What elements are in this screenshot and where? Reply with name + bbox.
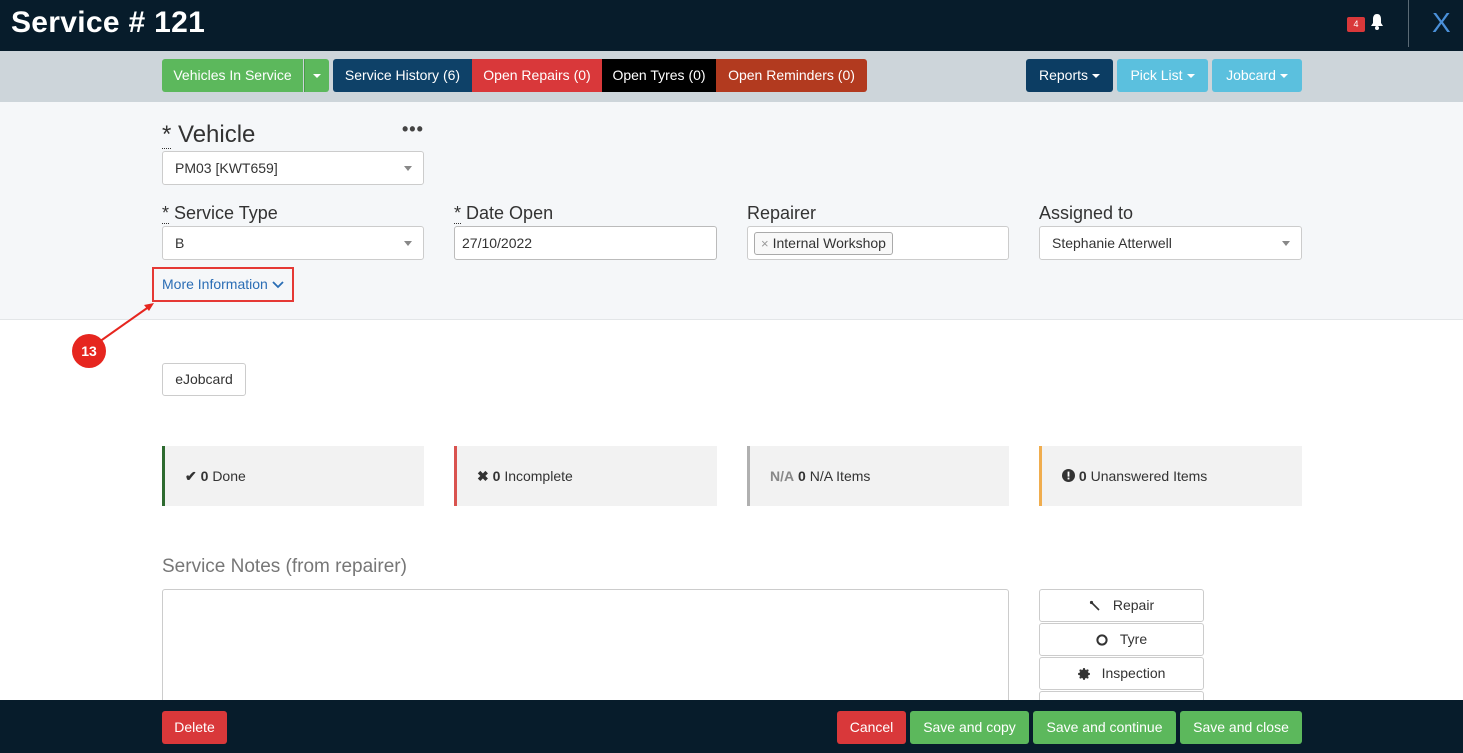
close-button[interactable]: X — [1432, 8, 1451, 38]
unanswered-tile: 0 Unanswered Items — [1039, 446, 1302, 506]
done-count: 0 — [200, 468, 209, 484]
vehicle-select[interactable]: PM03 [KWT659] — [162, 151, 424, 185]
pick-list-button[interactable]: Pick List — [1117, 59, 1208, 92]
gear-icon — [1077, 668, 1090, 681]
delete-button[interactable]: Delete — [162, 711, 227, 744]
chevron-down-icon — [404, 241, 412, 246]
date-open-value: 27/10/2022 — [462, 235, 533, 251]
service-history-button[interactable]: Service History (6) — [333, 59, 472, 92]
repairer-select[interactable]: × Internal Workshop — [747, 226, 1009, 260]
footer-bar: Delete Cancel Save and copy Save and con… — [0, 700, 1463, 753]
na-count: 0 — [798, 468, 806, 484]
vehicle-select-value: PM03 [KWT659] — [175, 160, 278, 176]
annotation-arrow — [98, 303, 154, 343]
more-options-icon[interactable]: ••• — [402, 119, 424, 140]
reports-button[interactable]: Reports — [1026, 59, 1113, 92]
annotation-step-badge: 13 — [72, 334, 106, 368]
vehicles-in-service-dropdown[interactable] — [304, 59, 329, 92]
caret-down-icon — [1279, 74, 1288, 79]
title-bar: Service # 121 4 X — [0, 0, 1463, 51]
title-divider — [1408, 0, 1409, 47]
add-inspection-button[interactable]: Inspection — [1039, 657, 1204, 690]
done-tile: ✔ 0 Done — [162, 446, 424, 506]
incomplete-count: 0 — [492, 468, 501, 484]
repairer-tag-label: Internal Workshop — [772, 235, 886, 251]
service-type-value: B — [175, 235, 185, 251]
assigned-to-select[interactable]: Stephanie Atterwell — [1039, 226, 1302, 260]
remove-tag-icon[interactable]: × — [761, 236, 769, 251]
caret-down-icon — [313, 74, 321, 79]
service-type-label: * Service Type — [162, 203, 278, 224]
required-marker: * — [162, 203, 170, 224]
na-prefix: N/A — [770, 468, 795, 484]
done-label: Done — [212, 468, 246, 484]
chevron-down-icon — [404, 166, 412, 171]
pick-list-label: Pick List — [1130, 67, 1183, 83]
date-open-label: * Date Open — [454, 203, 553, 224]
repairer-tag: × Internal Workshop — [754, 232, 893, 255]
repairer-label: Repairer — [747, 203, 817, 223]
cancel-button[interactable]: Cancel — [837, 711, 906, 744]
required-marker: * — [454, 203, 462, 224]
caret-down-icon — [1186, 74, 1195, 79]
date-open-input[interactable]: 27/10/2022 — [454, 226, 717, 260]
service-notes-label: Service Notes (from repairer) — [162, 556, 407, 577]
jobcard-label: Jobcard — [1226, 67, 1276, 83]
inspection-label: Inspection — [1101, 665, 1166, 681]
more-information-label: More Information — [162, 276, 268, 292]
unanswered-count: 0 — [1078, 468, 1087, 484]
check-icon: ✔ — [185, 468, 197, 484]
incomplete-tile: ✖ 0 Incomplete — [454, 446, 717, 506]
incomplete-label: Incomplete — [504, 468, 573, 484]
required-marker: * — [162, 121, 172, 149]
chevron-down-icon — [1282, 241, 1290, 246]
reports-label: Reports — [1038, 67, 1089, 83]
assigned-to-label: Assigned to — [1039, 203, 1134, 223]
na-tile: N/A 0 N/A Items — [747, 446, 1009, 506]
more-information-toggle[interactable]: More Information — [152, 267, 294, 302]
save-and-continue-button[interactable]: Save and continue — [1033, 711, 1176, 744]
vehicle-label-text: Vehicle — [178, 121, 256, 148]
tyre-icon — [1096, 634, 1108, 646]
vehicles-in-service-button[interactable]: Vehicles In Service — [162, 59, 303, 92]
service-type-label-text: Service Type — [174, 203, 278, 223]
assigned-to-value: Stephanie Atterwell — [1052, 235, 1172, 251]
bell-icon[interactable] — [1369, 13, 1385, 31]
page-title: Service # 121 — [11, 6, 206, 39]
action-bar: Vehicles In Service Service History (6) … — [0, 51, 1463, 102]
service-type-select[interactable]: B — [162, 226, 424, 260]
cross-icon: ✖ — [477, 468, 489, 484]
wrench-icon — [1089, 601, 1100, 611]
open-tyres-button[interactable]: Open Tyres (0) — [602, 59, 716, 92]
unanswered-label: Unanswered Items — [1090, 468, 1208, 484]
na-label: N/A Items — [809, 468, 871, 484]
ejobcard-button[interactable]: eJobcard — [162, 363, 246, 396]
chevron-down-icon — [272, 281, 284, 289]
repair-label: Repair — [1112, 597, 1155, 613]
date-open-label-text: Date Open — [466, 203, 554, 223]
open-reminders-button[interactable]: Open Reminders (0) — [716, 59, 867, 92]
add-tyre-button[interactable]: Tyre — [1039, 623, 1204, 656]
jobcard-button[interactable]: Jobcard — [1212, 59, 1302, 92]
exclamation-circle-icon — [1062, 469, 1075, 482]
save-and-copy-button[interactable]: Save and copy — [910, 711, 1029, 744]
add-repair-button[interactable]: Repair — [1039, 589, 1204, 622]
open-repairs-button[interactable]: Open Repairs (0) — [472, 59, 602, 92]
save-and-close-button[interactable]: Save and close — [1180, 711, 1302, 744]
notification-count-badge[interactable]: 4 — [1347, 17, 1365, 32]
tyre-label: Tyre — [1119, 631, 1148, 647]
caret-down-icon — [1092, 74, 1101, 79]
vehicle-label: * Vehicle — [162, 121, 255, 149]
